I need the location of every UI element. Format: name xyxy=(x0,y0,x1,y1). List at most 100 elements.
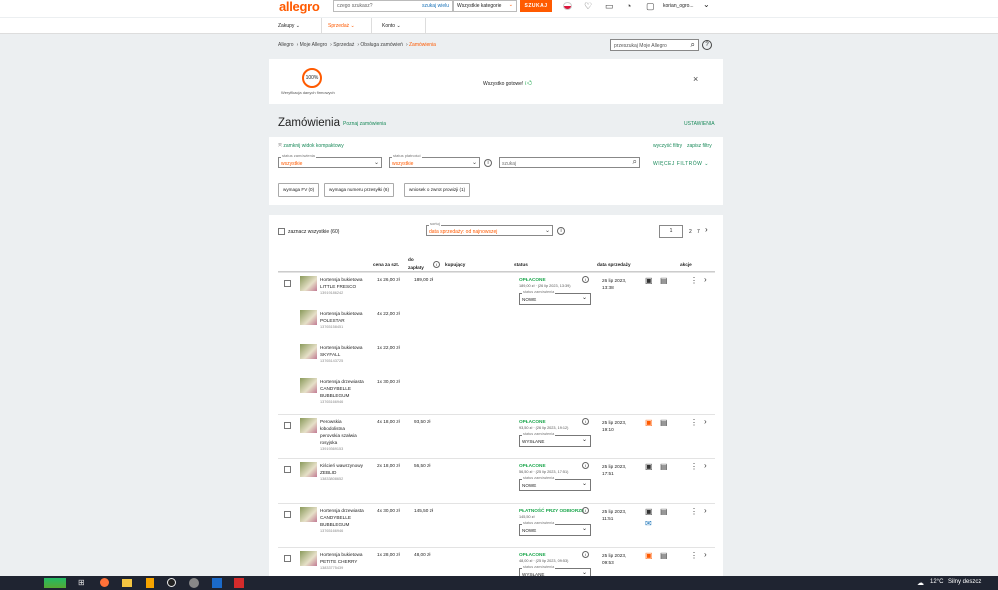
order-status-select[interactable]: status zamówienia WYSŁANE ⌄ xyxy=(519,432,591,447)
product-name[interactable]: Hortensja drzewiasta CANDYBELLE BUBBLEGUM xyxy=(320,378,375,399)
product-thumbnail[interactable] xyxy=(300,418,317,433)
more-options-icon[interactable]: ⋮ xyxy=(690,551,698,560)
vlc-icon[interactable] xyxy=(146,578,154,588)
settings-link[interactable]: USTAWIENIA xyxy=(684,121,715,127)
chevron-right-icon[interactable]: › xyxy=(704,275,707,284)
more-options-icon[interactable]: ⋮ xyxy=(690,418,698,427)
row-checkbox[interactable] xyxy=(284,466,291,473)
order-status-select[interactable]: status zamówienia NOWE ⌄ xyxy=(519,290,591,305)
more-filters[interactable]: WIĘCEJ FILTRÓW ⌄ xyxy=(653,161,709,167)
product-thumbnail[interactable] xyxy=(300,344,317,359)
close-icon[interactable]: × xyxy=(693,74,698,84)
shipment-icon[interactable]: ▣ xyxy=(645,462,653,471)
allegro-logo[interactable]: allegro xyxy=(279,0,320,14)
help-icon[interactable]: ? xyxy=(702,40,712,50)
crumb-allegro[interactable]: Allegro xyxy=(278,42,294,48)
info-icon[interactable]: i xyxy=(582,551,589,558)
chip-fv[interactable]: wymaga FV (0) xyxy=(278,183,320,197)
product-thumbnail[interactable] xyxy=(300,276,317,291)
product-name[interactable]: Hortensja bukietowa PETITE CHERRY xyxy=(320,551,375,565)
product-name[interactable]: Hortensja drzewiasta CANDYBELLE BUBBLEGUM xyxy=(320,507,375,528)
learn-link[interactable]: Poznaj zamówienia xyxy=(343,121,386,127)
folder-icon[interactable] xyxy=(122,579,132,587)
more-options-icon[interactable]: ⋮ xyxy=(690,507,698,516)
chevron-right-icon[interactable]: › xyxy=(704,417,707,426)
row-checkbox[interactable] xyxy=(284,555,291,562)
user-name[interactable]: korian_ogro... xyxy=(663,3,694,9)
row-checkbox[interactable] xyxy=(284,422,291,429)
taskview-icon[interactable]: ⊞ xyxy=(78,578,85,587)
info-icon[interactable]: i xyxy=(582,418,589,425)
product-name[interactable]: Kiścień wawrzynowy ZEBLID xyxy=(320,462,375,476)
search-many-link[interactable]: szukaj wielu xyxy=(422,3,449,9)
category-select[interactable]: Wszystkie kategorie ⌄ xyxy=(453,0,517,12)
chevron-right-icon[interactable]: › xyxy=(704,550,707,559)
page-last[interactable]: 7 xyxy=(697,229,700,235)
nav-sprzedaz[interactable]: Sprzedaż ⌄ xyxy=(322,18,372,34)
more-options-icon[interactable]: ⋮ xyxy=(690,462,698,471)
heart-icon[interactable]: ♡ xyxy=(584,1,592,12)
product-thumbnail[interactable] xyxy=(300,310,317,325)
sort-select[interactable]: sortuj data sprzedaży: od najnowszej ⌄ xyxy=(426,221,553,236)
status-payment-select[interactable]: status płatności wszystkie ⌄ xyxy=(389,153,480,168)
app-icon[interactable] xyxy=(212,578,222,588)
order-status-select[interactable]: status zamówienia NOWE ⌄ xyxy=(519,521,591,536)
more-options-icon[interactable]: ⋮ xyxy=(690,276,698,285)
shipment-icon[interactable]: ▣ xyxy=(645,418,653,427)
row-checkbox[interactable] xyxy=(284,280,291,287)
product-thumbnail[interactable] xyxy=(300,378,317,393)
crumb-sprzedaz[interactable]: Sprzedaż xyxy=(333,42,354,48)
product-name[interactable]: Hortensja bukietowa LITTLE FRESCO xyxy=(320,276,375,290)
crumb-obsluga[interactable]: Obsługa zamówień xyxy=(360,42,403,48)
chevron-right-icon[interactable]: › xyxy=(704,461,707,470)
nav-zakupy[interactable]: Zakupy ⌄ xyxy=(272,18,322,34)
page-2[interactable]: 2 xyxy=(689,229,692,235)
status-order-select[interactable]: status zamówienia wszystkie ⌄ xyxy=(278,153,382,168)
weather-widget-icon[interactable] xyxy=(44,578,66,588)
chat-icon[interactable]: ▭ xyxy=(605,1,614,12)
row-checkbox[interactable] xyxy=(284,511,291,518)
shipment-icon[interactable]: ▣ xyxy=(645,276,653,285)
pdf-icon[interactable] xyxy=(234,578,244,588)
mail-icon[interactable]: ✉ xyxy=(645,519,652,528)
info-icon[interactable]: i xyxy=(557,227,565,235)
chevron-right-icon[interactable]: › xyxy=(704,506,707,515)
invoice-icon[interactable]: ▤ xyxy=(660,507,668,516)
save-filters[interactable]: zapisz filtry xyxy=(687,143,712,149)
product-name[interactable]: Perowskia łobodolistna perovskia szałwia ro… xyxy=(320,418,375,446)
product-name[interactable]: Hortensja bukietowa SKYFALL xyxy=(320,344,375,358)
chip-refund[interactable]: wniosek o zwrot prowizji (1) xyxy=(404,183,471,197)
cart-icon[interactable]: ▢ xyxy=(646,1,655,12)
filter-search-input[interactable]: szukaj ⌕ xyxy=(499,157,640,168)
search-icon[interactable]: ⌕ xyxy=(691,40,695,50)
compact-view-toggle[interactable]: ⤧ zamknij widok kompaktowy xyxy=(278,143,344,149)
chevron-down-icon[interactable]: ⌄ xyxy=(703,0,710,9)
select-all-checkbox[interactable] xyxy=(278,228,285,235)
settings-icon[interactable] xyxy=(189,578,199,588)
invoice-icon[interactable]: ▤ xyxy=(660,276,668,285)
product-thumbnail[interactable] xyxy=(300,462,317,477)
bell-icon[interactable]: ◔ xyxy=(626,1,631,11)
product-thumbnail[interactable] xyxy=(300,551,317,566)
search-input[interactable]: czego szukasz? szukaj wielu xyxy=(333,0,453,12)
chip-tracking[interactable]: wymaga numeru przesyłki (6) xyxy=(324,183,394,197)
shipment-icon[interactable]: ▣ xyxy=(645,551,653,560)
invoice-icon[interactable]: ▤ xyxy=(660,462,668,471)
info-icon[interactable]: i xyxy=(433,261,440,268)
invoice-icon[interactable]: ▤ xyxy=(660,551,668,560)
flag-icon[interactable] xyxy=(563,2,572,10)
nav-konto[interactable]: Konto ⌄ xyxy=(376,18,426,34)
clear-filters[interactable]: wyczyść filtry xyxy=(653,143,682,149)
product-name[interactable]: Hortensja bukietowa POLESTAR xyxy=(320,310,375,324)
invoice-icon[interactable]: ▤ xyxy=(660,418,668,427)
app-icon[interactable] xyxy=(167,578,176,587)
info-icon[interactable]: i xyxy=(484,159,492,167)
info-icon[interactable]: i xyxy=(582,507,589,514)
search-button[interactable]: SZUKAJ xyxy=(520,0,552,12)
info-icon[interactable]: i xyxy=(582,276,589,283)
page-input[interactable]: 1 xyxy=(659,225,683,238)
shipment-icon[interactable]: ▣ xyxy=(645,507,653,516)
firefox-icon[interactable] xyxy=(100,578,109,587)
info-icon[interactable]: i xyxy=(582,462,589,469)
side-search-input[interactable]: przeszukaj Moje Allegro ⌕ xyxy=(610,39,699,51)
